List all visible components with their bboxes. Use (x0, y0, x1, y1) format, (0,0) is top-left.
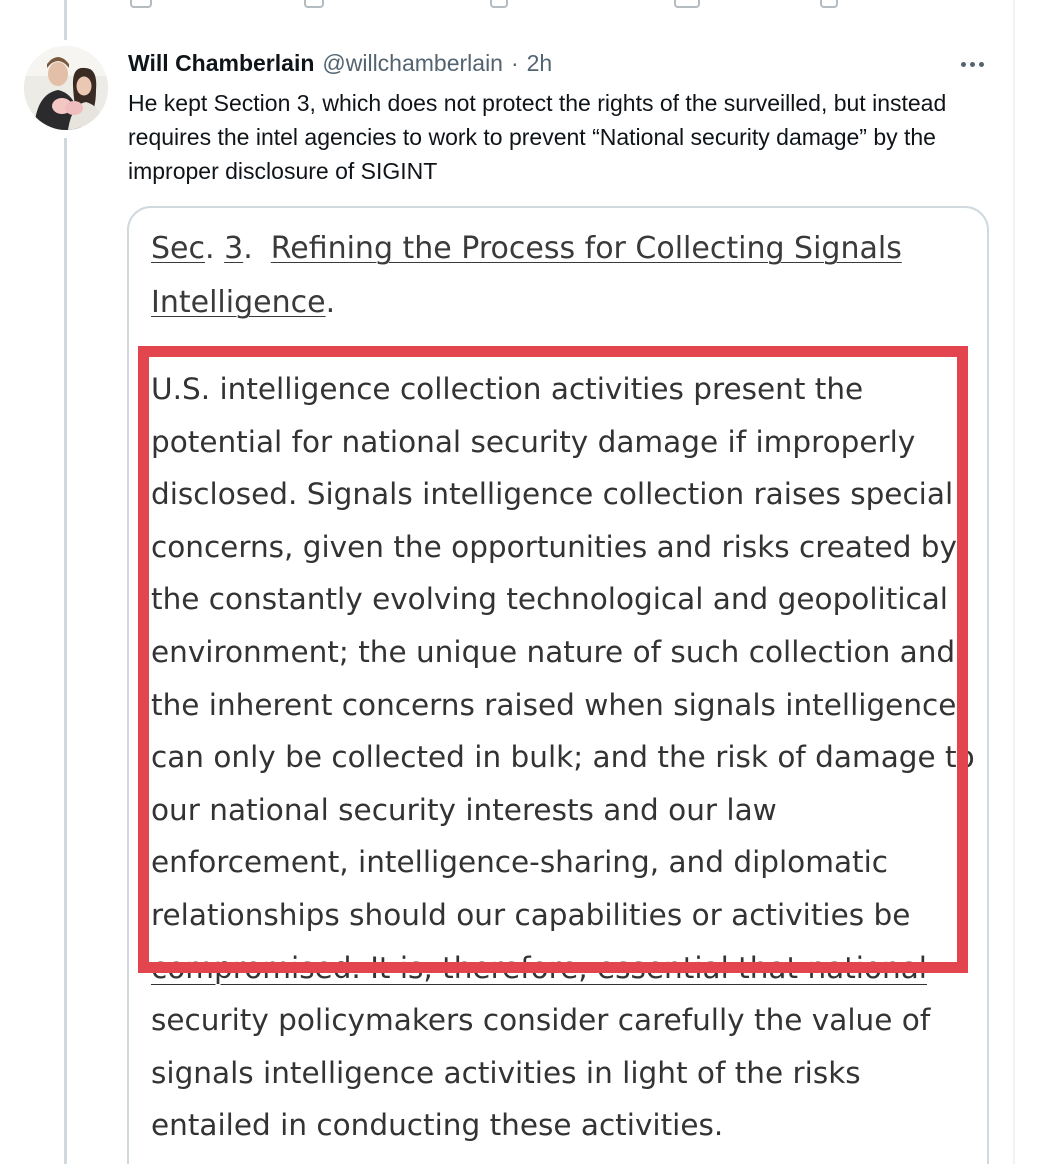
document-line: entailed in conducting these activities. (151, 1108, 724, 1143)
author-name[interactable]: Will Chamberlain (128, 50, 314, 77)
tweet-media-image[interactable]: Sec. 3. Refining the Process for Collecti… (127, 206, 989, 1164)
more-dot-icon (960, 61, 966, 67)
share-icon[interactable] (674, 0, 700, 8)
avatar-photo-icon (24, 46, 108, 130)
avatar[interactable] (24, 46, 108, 130)
more-dot-icon (969, 61, 975, 67)
more-options-button[interactable] (956, 52, 988, 76)
section-title-line-2: Intelligence (151, 285, 326, 320)
more-dot-icon (978, 61, 984, 67)
section-title-period: . (325, 285, 336, 320)
section-number-period: . (243, 231, 253, 266)
tweet-timestamp[interactable]: 2h (527, 50, 553, 77)
document-line: security policymakers consider carefully… (151, 1003, 931, 1038)
previous-tweet-actions (130, 0, 850, 8)
timeline-border (1013, 0, 1015, 1164)
section-label-period: . (205, 231, 215, 266)
document-section-heading: Sec. 3. Refining the Process for Collecti… (151, 222, 951, 330)
thread-connector-line (64, 138, 67, 1164)
red-highlight-box (138, 346, 968, 973)
like-icon[interactable] (490, 0, 508, 8)
document-line: signals intelligence activities in light… (151, 1055, 861, 1090)
header-separator: · (510, 50, 519, 76)
section-title-line-1: Refining the Process for Collecting Sign… (270, 231, 902, 266)
thread-connector-top (64, 0, 67, 40)
document-screenshot: Sec. 3. Refining the Process for Collecti… (129, 208, 987, 1164)
retweet-icon[interactable] (304, 0, 324, 8)
tweet-text: He kept Section 3, which does not protec… (128, 90, 947, 184)
reply-icon[interactable] (130, 0, 152, 8)
section-label: Sec (151, 231, 205, 266)
tweet-page: Will Chamberlain @willchamberlain · 2h H… (0, 0, 1050, 1164)
section-number: 3 (224, 231, 244, 266)
tweet-header: Will Chamberlain @willchamberlain · 2h (128, 50, 552, 80)
author-handle[interactable]: @willchamberlain (322, 50, 503, 77)
analytics-icon[interactable] (820, 0, 838, 8)
